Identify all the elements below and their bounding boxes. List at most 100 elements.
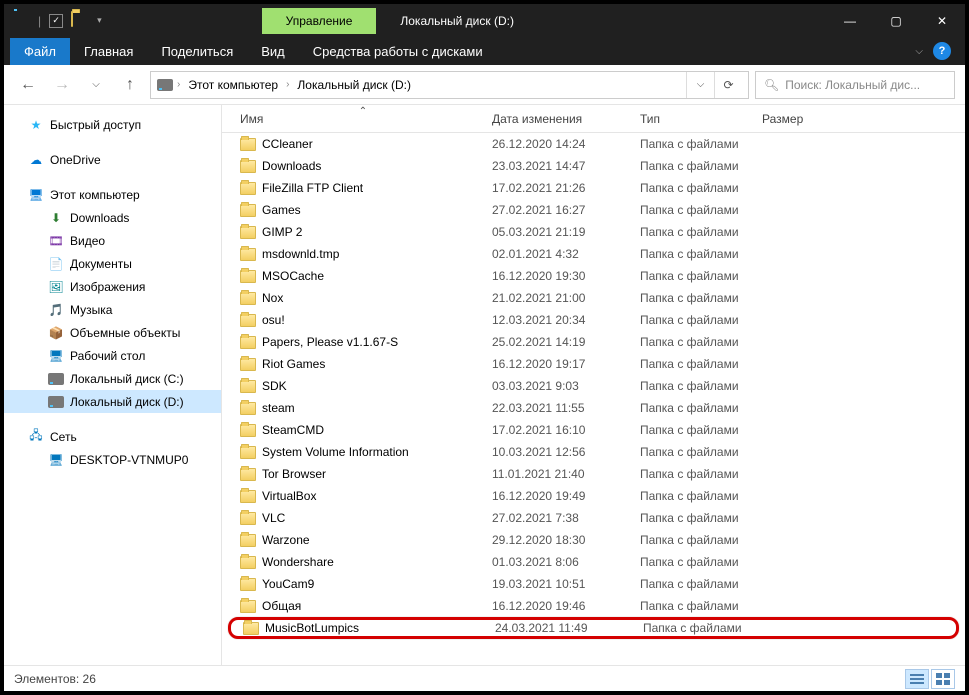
file-row[interactable]: steam22.03.2021 11:55Папка с файлами: [234, 397, 965, 419]
music-icon: 🎵: [48, 302, 64, 318]
file-row[interactable]: Tor Browser11.01.2021 21:40Папка с файла…: [234, 463, 965, 485]
col-header-name[interactable]: ⌃Имя: [234, 112, 492, 126]
up-button[interactable]: ↑: [116, 71, 144, 99]
file-row[interactable]: osu!12.03.2021 20:34Папка с файлами: [234, 309, 965, 331]
file-row[interactable]: GIMP 205.03.2021 21:19Папка с файлами: [234, 221, 965, 243]
folder-icon: [240, 204, 256, 217]
file-row[interactable]: Wondershare01.03.2021 8:06Папка с файлам…: [234, 551, 965, 573]
nav-disk-c[interactable]: Локальный диск (C:): [4, 367, 221, 390]
file-row[interactable]: MusicBotLumpics24.03.2021 11:49Папка с ф…: [228, 617, 959, 639]
help-icon[interactable]: ?: [933, 42, 951, 60]
crumb-thispc[interactable]: Этот компьютер: [184, 76, 282, 94]
documents-icon: 📄: [48, 256, 64, 272]
cloud-icon: ☁: [28, 152, 44, 168]
search-input[interactable]: 🔍︎ Поиск: Локальный дис...: [755, 71, 955, 99]
file-name-cell: Общая: [234, 599, 492, 613]
qat-checkbox-icon[interactable]: ✓: [49, 14, 63, 28]
nav-documents[interactable]: 📄Документы: [4, 252, 221, 275]
nav-onedrive[interactable]: ☁OneDrive: [4, 148, 221, 171]
folder-icon: [240, 556, 256, 569]
tab-file[interactable]: Файл: [10, 38, 70, 65]
nav-music[interactable]: 🎵Музыка: [4, 298, 221, 321]
file-row[interactable]: Downloads23.03.2021 14:47Папка с файлами: [234, 155, 965, 177]
tab-view[interactable]: Вид: [247, 38, 299, 65]
file-row[interactable]: Общая16.12.2020 19:46Папка с файлами: [234, 595, 965, 617]
close-button[interactable]: ✕: [919, 4, 965, 37]
maximize-button[interactable]: ▢: [873, 4, 919, 37]
file-row[interactable]: Papers, Please v1.1.67-S25.02.2021 14:19…: [234, 331, 965, 353]
file-row[interactable]: SDK03.03.2021 9:03Папка с файлами: [234, 375, 965, 397]
explorer-window: | ✓ ▾ Управление Локальный диск (D:) — ▢…: [0, 0, 969, 695]
file-type-cell: Папка с файлами: [640, 247, 762, 261]
nav-network-pc[interactable]: 🖥DESKTOP-VTNMUP0: [4, 448, 221, 471]
nav-this-pc[interactable]: 🖥Этот компьютер: [4, 183, 221, 206]
file-row[interactable]: CCleaner26.12.2020 14:24Папка с файлами: [234, 133, 965, 155]
refresh-button[interactable]: ⟳: [714, 72, 742, 98]
nav-network[interactable]: 🖧Сеть: [4, 425, 221, 448]
file-row[interactable]: SteamCMD17.02.2021 16:10Папка с файлами: [234, 419, 965, 441]
tab-share[interactable]: Поделиться: [147, 38, 247, 65]
folder-icon: [240, 512, 256, 525]
file-type-cell: Папка с файлами: [640, 533, 762, 547]
file-row[interactable]: Warzone29.12.2020 18:30Папка с файлами: [234, 529, 965, 551]
view-large-icons-button[interactable]: [931, 669, 955, 689]
tab-home[interactable]: Главная: [70, 38, 147, 65]
nav-pictures[interactable]: 🖼Изображения: [4, 275, 221, 298]
ribbon-expand-icon[interactable]: ⌵: [915, 46, 923, 57]
recent-dropdown-icon[interactable]: ⌵: [82, 71, 110, 99]
file-date-cell: 16.12.2020 19:17: [492, 357, 640, 371]
folder-icon: [240, 380, 256, 393]
nav-desktop[interactable]: 🖥Рабочий стол: [4, 344, 221, 367]
file-row[interactable]: Riot Games16.12.2020 19:17Папка с файлам…: [234, 353, 965, 375]
view-details-button[interactable]: [905, 669, 929, 689]
file-row[interactable]: MSOCache16.12.2020 19:30Папка с файлами: [234, 265, 965, 287]
nav-quick-access[interactable]: ★Быстрый доступ: [4, 113, 221, 136]
file-row[interactable]: YouCam919.03.2021 10:51Папка с файлами: [234, 573, 965, 595]
breadcrumb-drive-icon: [157, 79, 173, 91]
file-row[interactable]: msdownld.tmp02.01.2021 4:32Папка с файла…: [234, 243, 965, 265]
file-row[interactable]: Games27.02.2021 16:27Папка с файлами: [234, 199, 965, 221]
col-header-size[interactable]: Размер: [762, 112, 852, 126]
folder-icon: [240, 226, 256, 239]
file-name-cell: YouCam9: [234, 577, 492, 591]
breadcrumb[interactable]: › Этот компьютер › Локальный диск (D:) ⌵…: [150, 71, 749, 99]
folder-icon: [240, 248, 256, 261]
file-list-pane: ⌃Имя Дата изменения Тип Размер CCleaner2…: [222, 105, 965, 665]
file-name-cell: MusicBotLumpics: [237, 621, 495, 635]
tab-drive-tools[interactable]: Средства работы с дисками: [299, 38, 497, 65]
chevron-right-icon[interactable]: ›: [177, 79, 180, 90]
file-name-cell: SDK: [234, 379, 492, 393]
folder-icon: [240, 468, 256, 481]
qat-overflow-icon[interactable]: ▾: [97, 15, 102, 26]
file-row[interactable]: FileZilla FTP Client17.02.2021 21:26Папк…: [234, 177, 965, 199]
file-type-cell: Папка с файлами: [640, 159, 762, 173]
nav-videos[interactable]: 🎞Видео: [4, 229, 221, 252]
folder-icon: [240, 600, 256, 613]
minimize-button[interactable]: —: [827, 4, 873, 37]
nav-3d-objects[interactable]: 📦Объемные объекты: [4, 321, 221, 344]
nav-disk-d[interactable]: Локальный диск (D:): [4, 390, 221, 413]
col-header-date[interactable]: Дата изменения: [492, 112, 640, 126]
crumb-drive-d[interactable]: Локальный диск (D:): [293, 76, 415, 94]
folder-icon: [240, 490, 256, 503]
ribbon-context-tab[interactable]: Управление: [262, 8, 377, 34]
file-list[interactable]: CCleaner26.12.2020 14:24Папка с файламиD…: [222, 133, 965, 665]
file-type-cell: Папка с файлами: [640, 203, 762, 217]
file-row[interactable]: Nox21.02.2021 21:00Папка с файлами: [234, 287, 965, 309]
nav-downloads[interactable]: ⬇Downloads: [4, 206, 221, 229]
file-name-cell: Riot Games: [234, 357, 492, 371]
address-dropdown-icon[interactable]: ⌵: [686, 72, 714, 98]
file-name-cell: Games: [234, 203, 492, 217]
drive-icon: [12, 12, 30, 30]
qat-folder-icon[interactable]: [71, 12, 89, 30]
file-type-cell: Папка с файлами: [640, 555, 762, 569]
file-row[interactable]: VirtualBox16.12.2020 19:49Папка с файлам…: [234, 485, 965, 507]
forward-button[interactable]: →: [48, 71, 76, 99]
back-button[interactable]: ←: [14, 71, 42, 99]
file-row[interactable]: System Volume Information10.03.2021 12:5…: [234, 441, 965, 463]
file-row[interactable]: VLC27.02.2021 7:38Папка с файлами: [234, 507, 965, 529]
col-header-type[interactable]: Тип: [640, 112, 762, 126]
navigation-pane: ★Быстрый доступ ☁OneDrive 🖥Этот компьюте…: [4, 105, 222, 665]
chevron-right-icon[interactable]: ›: [286, 79, 289, 90]
sort-asc-icon: ⌃: [359, 106, 367, 117]
